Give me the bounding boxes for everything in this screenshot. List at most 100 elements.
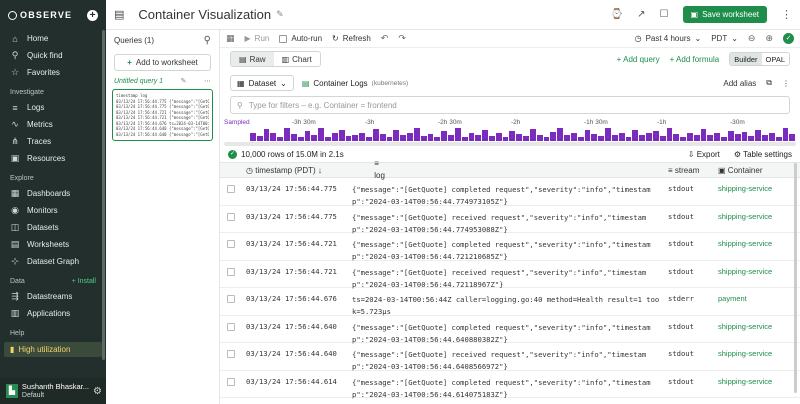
histogram-bar[interactable] — [775, 137, 782, 141]
user-menu[interactable]: ▙ Sushanth Bhaskar... Default ⚙ — [0, 378, 106, 404]
filter-bar[interactable]: ⚲ Type for filters – e.g. Container = fr… — [230, 96, 790, 114]
histogram-bar[interactable] — [338, 130, 345, 141]
sidebar-item-traces[interactable]: ⋔ Traces — [0, 133, 106, 150]
histogram-bar[interactable] — [762, 135, 768, 141]
histogram-bar[interactable] — [529, 129, 536, 141]
share-icon[interactable]: ↗ — [637, 9, 645, 20]
histogram-bar[interactable] — [768, 133, 775, 141]
histogram-bar[interactable] — [318, 128, 325, 141]
histogram-bar[interactable] — [570, 133, 577, 141]
histogram-bar[interactable] — [250, 133, 256, 141]
page-title[interactable]: Container Visualization — [138, 7, 271, 22]
histogram-bar[interactable] — [550, 132, 557, 141]
query-more-icon[interactable]: ⋯ — [204, 77, 211, 85]
histogram-bar[interactable] — [680, 137, 686, 141]
histogram-bar[interactable] — [666, 128, 673, 141]
schedule-icon[interactable]: ⌚ — [611, 9, 623, 20]
histogram-bar[interactable] — [557, 128, 564, 141]
table-row[interactable]: 03/13/24 17:56:44.721 {"message":"[GetQuo… — [220, 233, 800, 261]
histogram-bar[interactable] — [304, 131, 311, 141]
add-to-worksheet-button[interactable]: + Add to worksheet — [114, 54, 211, 71]
sidebar-item-dataset-graph[interactable]: ⊹ Dataset Graph — [0, 253, 106, 270]
histogram-bar[interactable] — [659, 136, 666, 141]
histogram-bars[interactable] — [250, 127, 796, 141]
histogram-bar[interactable] — [693, 135, 700, 141]
add-formula-button[interactable]: + Add formula — [670, 55, 720, 64]
histogram-bar[interactable] — [284, 128, 290, 141]
histogram-bar[interactable] — [577, 137, 584, 141]
add-alias-button[interactable]: Add alias — [723, 79, 756, 88]
sidebar-item-applications[interactable]: ▥ Applications — [0, 305, 106, 322]
histogram-bar[interactable] — [331, 133, 338, 141]
histogram-bar[interactable] — [345, 136, 352, 141]
table-row[interactable]: 03/13/24 17:56:44.640 {"message":"[GetQuo… — [220, 316, 800, 344]
table-scrollbar[interactable] — [794, 163, 797, 393]
sidebar-item-quick-find[interactable]: ⚲ Quick find — [0, 47, 106, 64]
histogram-bar[interactable] — [673, 134, 680, 141]
filter-placeholder[interactable]: Type for filters – e.g. Container = fron… — [249, 101, 397, 110]
histogram-bar[interactable] — [441, 131, 448, 141]
autorun-toggle[interactable]: Auto-run — [279, 34, 322, 43]
zoom-in-icon[interactable]: ⊕ — [765, 33, 773, 44]
histogram-bar[interactable] — [625, 137, 632, 141]
bookmark-icon[interactable]: ☐ — [660, 9, 669, 20]
histogram-bar[interactable] — [755, 130, 762, 141]
container-link[interactable]: payment — [714, 288, 800, 303]
sidebar-item-resources[interactable]: ▣ Resources — [0, 150, 106, 167]
sidebar-item-monitors[interactable]: ◉ Monitors — [0, 202, 106, 219]
histogram-bar[interactable] — [502, 137, 509, 141]
table-row[interactable]: 03/13/24 17:56:44.775 {"message":"[GetQuo… — [220, 206, 800, 234]
histogram-bar[interactable] — [256, 136, 263, 141]
histogram-bar[interactable] — [748, 136, 755, 141]
export-button[interactable]: ⇩ Export — [688, 150, 720, 159]
histogram-bar[interactable] — [782, 128, 789, 141]
histogram-bar[interactable] — [598, 136, 605, 141]
dataset-selector[interactable]: ▤ Container Logs (kubernetes) — [302, 79, 408, 88]
container-link[interactable]: shipping-service — [714, 178, 800, 193]
table-row[interactable]: 03/13/24 17:56:44.676 ts=2024-03-14T00:56… — [220, 288, 800, 316]
histogram-bar[interactable] — [707, 135, 714, 141]
refresh-button[interactable]: ↻ Refresh — [332, 34, 371, 43]
histogram-bar[interactable] — [605, 128, 611, 141]
histogram-bar[interactable] — [639, 135, 646, 141]
edit-query-icon[interactable]: ✎ — [181, 77, 187, 85]
histogram-bar[interactable] — [734, 134, 741, 141]
sidebar-item-logs[interactable]: ≡ Logs — [0, 99, 106, 116]
time-range-picker[interactable]: ◷ Past 4 hours ⌄ — [635, 34, 702, 43]
dataset-type-select[interactable]: ▦ Dataset ⌄ — [230, 75, 294, 91]
histogram-bar[interactable] — [727, 131, 734, 141]
undo-icon[interactable]: ↶ — [381, 33, 389, 44]
layout-icon[interactable]: ▦ — [226, 33, 235, 44]
histogram-bar[interactable] — [646, 133, 652, 141]
histogram-bar[interactable] — [263, 129, 270, 141]
histogram-bar[interactable] — [516, 134, 523, 141]
histogram-bar[interactable] — [448, 135, 454, 141]
row-checkbox[interactable] — [227, 267, 235, 276]
histogram-bar[interactable] — [393, 130, 400, 141]
histogram-bar[interactable] — [359, 133, 366, 141]
histogram-bar[interactable] — [741, 132, 748, 141]
worksheet-menu-icon[interactable]: ▤ — [114, 8, 124, 21]
sidebar-item-favorites[interactable]: ☆ Favorites — [0, 64, 106, 81]
container-link[interactable]: shipping-service — [714, 206, 800, 221]
histogram-bar[interactable] — [372, 129, 379, 141]
run-button[interactable]: ▶ Run — [245, 34, 270, 43]
histogram-bar[interactable] — [700, 129, 707, 141]
opal-tab[interactable]: OPAL — [762, 53, 789, 65]
histogram-bar[interactable] — [611, 135, 618, 141]
redo-icon[interactable]: ↷ — [398, 33, 406, 44]
histogram-bar[interactable] — [509, 131, 516, 141]
histogram-bar[interactable] — [618, 133, 625, 141]
histogram-bar[interactable] — [652, 131, 659, 141]
histogram-bar[interactable] — [789, 134, 796, 141]
sidebar-scrollbar[interactable] — [102, 30, 105, 360]
histogram-bar[interactable] — [434, 137, 441, 141]
chart-tab[interactable]: ▥ Chart — [274, 52, 320, 66]
edit-title-icon[interactable]: ✎ — [276, 9, 284, 20]
histogram-bar[interactable] — [454, 128, 461, 141]
table-row[interactable]: 03/13/24 17:56:44.640 {"message":"[GetQuo… — [220, 343, 800, 371]
sidebar-item-home[interactable]: ⌂ Home — [0, 30, 106, 47]
container-link[interactable]: shipping-service — [714, 371, 800, 386]
histogram-bar[interactable] — [366, 137, 372, 141]
histogram-bar[interactable] — [714, 133, 721, 141]
